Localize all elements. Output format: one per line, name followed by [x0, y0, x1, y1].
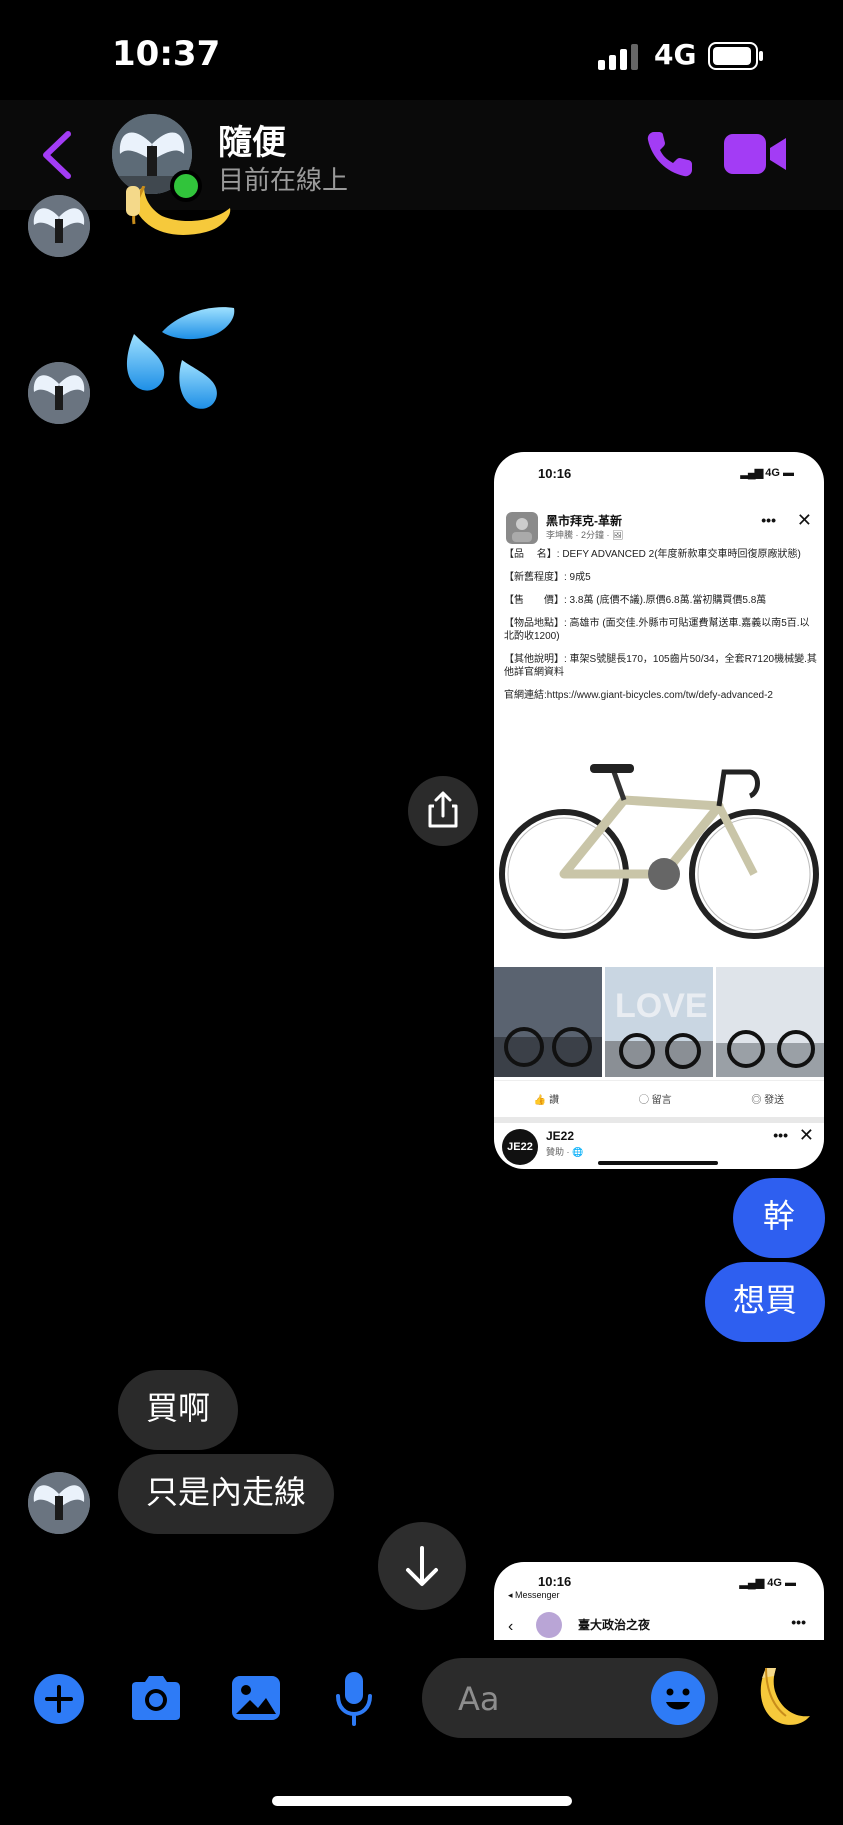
photo-thumbnail: LOVE — [605, 967, 713, 1077]
screenshot-time: 10:16 — [538, 1574, 572, 1589]
camera-icon[interactable] — [128, 1674, 184, 1722]
send-action: ◎ 發送 — [751, 1094, 785, 1106]
message-bubble-outgoing[interactable]: 幹 — [732, 1178, 825, 1258]
bicycle-photo — [494, 742, 824, 957]
close-icon: ✕ — [796, 510, 812, 530]
video-call-icon[interactable] — [724, 132, 788, 176]
sponsored-post: JE22 JE22 贊助 · 🌐 ••• ✕ — [494, 1117, 824, 1169]
post-meta: 李坤騰 · 2分鐘 · 🖼 — [546, 530, 624, 540]
group-name: 黑市拜克-革新 — [546, 514, 622, 528]
share-icon — [428, 791, 458, 828]
presence-status: 目前在線上 — [218, 166, 349, 196]
network-label: 4G — [654, 38, 697, 71]
plus-icon[interactable] — [34, 1674, 84, 1724]
comment-action: ◯ 留言 — [638, 1094, 672, 1106]
sender-avatar[interactable] — [28, 362, 90, 424]
like-action: 👍 讚 — [533, 1094, 560, 1106]
sponsor-logo: JE22 — [502, 1129, 538, 1165]
screenshot-status: ▂▄▆ 4G ▬ — [740, 467, 794, 479]
back-app-label: ◂ Messenger — [508, 1590, 560, 1600]
signal-icon — [598, 44, 638, 70]
more-icon: ••• — [791, 1614, 806, 1630]
home-indicator — [598, 1161, 718, 1165]
sender-avatar[interactable] — [28, 195, 90, 257]
photo-thumbnails: LOVE — [494, 967, 824, 1077]
post-header: 黑市拜克-革新 李坤騰 · 2分鐘 · 🖼 ••• ✕ — [506, 510, 812, 544]
photo-thumbnail — [494, 967, 602, 1077]
group-avatar — [536, 1612, 562, 1638]
back-chevron-icon[interactable] — [40, 130, 74, 180]
post-line: 官網連結:https://www.giant-bicycles.com/tw/d… — [504, 690, 773, 701]
post-line: 【其他說明】: 車架S號腿長170，105齒片50/34，全套R7120機械變.… — [504, 654, 817, 678]
post-actions: 👍 讚 ◯ 留言 ◎ 發送 — [494, 1080, 824, 1115]
post-line: 【新舊程度】: 9成5 — [504, 572, 591, 583]
banana-sticker — [126, 186, 231, 235]
post-body: 【品 名】: DEFY ADVANCED 2(年度新款車交車時回復原廠狀態) 【… — [504, 548, 818, 712]
post-line: 【售 價】: 3.8萬 (底價不議).原價6.8萬.當初購買價5.8萬 — [504, 595, 767, 606]
sweat-droplets-sticker — [126, 307, 235, 409]
post-line: 【物品地點】: 高雄市 (面交佳.外縣市可貼運費幫送車.嘉義以南5百.以北酌收1… — [504, 618, 810, 642]
photo-thumbnail — [716, 967, 824, 1077]
status-time: 10:37 — [112, 34, 221, 74]
gallery-icon[interactable] — [230, 1674, 282, 1722]
more-icon: ••• — [761, 512, 776, 528]
home-indicator — [272, 1796, 572, 1806]
svg-text:LOVE: LOVE — [615, 987, 708, 1025]
message-bubble-incoming[interactable]: 買啊 — [118, 1370, 239, 1450]
group-avatar — [506, 512, 538, 544]
message-input-placeholder: Aa — [458, 1680, 500, 1718]
group-name: 臺大政治之夜 — [578, 1618, 651, 1632]
arrow-down-icon — [406, 1546, 438, 1586]
scroll-to-bottom-button[interactable] — [378, 1522, 466, 1610]
share-button[interactable] — [408, 776, 478, 846]
back-chevron-icon: ‹ — [508, 1618, 514, 1635]
post-line: 【品 名】: DEFY ADVANCED 2(年度新款車交車時回復原廠狀態) — [504, 549, 801, 560]
phone-call-icon[interactable] — [644, 128, 696, 180]
sponsor-meta: 贊助 · 🌐 — [546, 1147, 584, 1157]
battery-icon — [708, 42, 763, 70]
close-icon: ✕ — [798, 1125, 814, 1145]
microphone-icon[interactable] — [334, 1670, 374, 1726]
emoji-icon[interactable] — [650, 1670, 706, 1726]
message-bubble-incoming[interactable]: 只是內走線 — [118, 1454, 335, 1534]
screenshot-time: 10:16 — [538, 466, 572, 481]
message-bubble-outgoing[interactable]: 想買 — [704, 1262, 825, 1342]
shared-screenshot-message[interactable]: 10:16 ▂▄▆ 4G ▬ 黑市拜克-革新 李坤騰 · 2分鐘 · 🖼 •••… — [494, 452, 824, 1169]
banana-quick-reaction-icon[interactable] — [752, 1664, 814, 1730]
sender-avatar[interactable] — [28, 1472, 90, 1534]
screenshot-status: ▂▄▆ 4G ▬ — [739, 1577, 796, 1589]
contact-name[interactable]: 隨便 — [218, 115, 286, 164]
sponsor-name: JE22 — [546, 1129, 575, 1143]
more-icon: ••• — [773, 1127, 788, 1143]
